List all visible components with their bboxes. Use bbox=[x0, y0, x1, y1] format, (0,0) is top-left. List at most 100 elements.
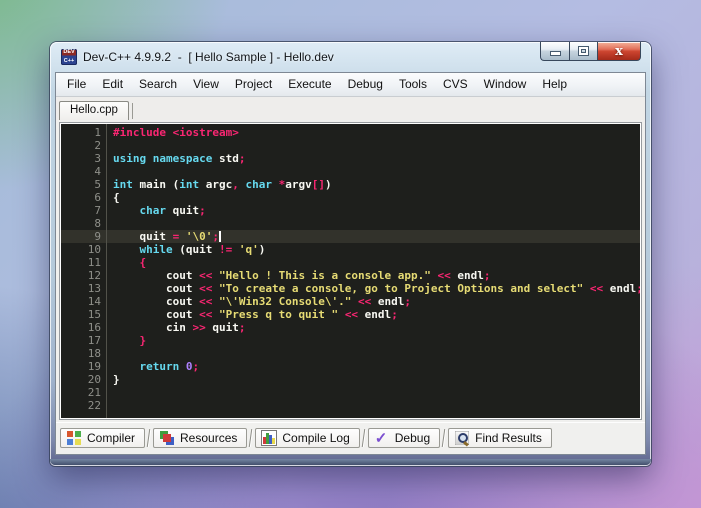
line-number: 11 bbox=[87, 256, 101, 269]
report-tab-bar: Compiler Resources Compile Log Debug Find Re… bbox=[56, 422, 645, 454]
code-line-17[interactable]: 17 } bbox=[61, 334, 640, 347]
line-number: 15 bbox=[87, 308, 101, 321]
editor-tab-strip: Hello.cpp bbox=[56, 97, 645, 120]
line-number: 8 bbox=[94, 217, 101, 230]
code-line-2[interactable]: 2 bbox=[61, 139, 640, 152]
desktop-background: Dev-C++ 4.9.9.2 - [ Hello Sample ] - Hel… bbox=[0, 0, 701, 508]
code-line-11[interactable]: 11 { bbox=[61, 256, 640, 269]
menu-item-tools[interactable]: Tools bbox=[391, 73, 435, 96]
code-line-3[interactable]: 3 using namespace std; bbox=[61, 152, 640, 165]
code-line-22[interactable]: 22 bbox=[61, 399, 640, 412]
code-line-19[interactable]: 19 return 0; bbox=[61, 360, 640, 373]
menu-item-execute[interactable]: Execute bbox=[280, 73, 339, 96]
line-number: 18 bbox=[87, 347, 101, 360]
line-number: 14 bbox=[87, 295, 101, 308]
line-number: 3 bbox=[94, 152, 101, 165]
line-number: 21 bbox=[87, 386, 101, 399]
window-title: Dev-C++ 4.9.9.2 - [ Hello Sample ] - Hel… bbox=[83, 50, 334, 64]
code-text: using namespace std; bbox=[113, 152, 246, 165]
bottom-tab-resources[interactable]: Resources bbox=[153, 428, 248, 448]
menu-item-cvs[interactable]: CVS bbox=[435, 73, 476, 96]
minimize-icon bbox=[550, 51, 560, 55]
tab-separator bbox=[249, 429, 254, 447]
menu-item-search[interactable]: Search bbox=[131, 73, 185, 96]
code-line-14[interactable]: 14 cout << "\'Win32 Console\'." << endl; bbox=[61, 295, 640, 308]
code-text: #include <iostream> bbox=[113, 126, 239, 139]
close-button[interactable]: x bbox=[598, 42, 641, 61]
code-line-1[interactable]: 1 #include <iostream> bbox=[61, 126, 640, 139]
menu-item-help[interactable]: Help bbox=[534, 73, 575, 96]
bottom-tab-find-results[interactable]: Find Results bbox=[448, 428, 552, 448]
line-number: 9 bbox=[94, 230, 101, 243]
code-text: cout << "To create a console, go to Proj… bbox=[113, 282, 640, 295]
line-number: 1 bbox=[94, 126, 101, 139]
code-text: while (quit != 'q') bbox=[139, 243, 266, 256]
code-line-15[interactable]: 15 cout << "Press q to quit " << endl; bbox=[61, 308, 640, 321]
line-number: 22 bbox=[87, 399, 101, 412]
tab-strip-divider bbox=[131, 103, 133, 119]
line-number: 5 bbox=[94, 178, 101, 191]
code-editor[interactable]: 1 #include <iostream> 2 3 using namespace st… bbox=[61, 124, 640, 418]
code-line-9[interactable]: 9 quit = '\0'; bbox=[61, 230, 640, 243]
tab-separator bbox=[361, 429, 367, 447]
resources-icon bbox=[160, 431, 175, 445]
text-cursor bbox=[218, 231, 221, 242]
line-number: 2 bbox=[94, 139, 101, 152]
client-area: File Edit Search View Project Execute Debug Too… bbox=[55, 72, 646, 455]
compile-log-icon bbox=[262, 431, 277, 445]
code-line-6[interactable]: 6{ bbox=[61, 191, 640, 204]
menu-bar: File Edit Search View Project Execute Debug Too… bbox=[56, 73, 645, 97]
code-text: cin >> quit; bbox=[113, 321, 246, 334]
line-number: 17 bbox=[87, 334, 101, 347]
code-text: } bbox=[113, 373, 120, 386]
code-line-4[interactable]: 4 bbox=[61, 165, 640, 178]
code-line-21[interactable]: 21 bbox=[61, 386, 640, 399]
bottom-tab-label: Debug bbox=[394, 431, 431, 445]
code-line-8[interactable]: 8 bbox=[61, 217, 640, 230]
devcpp-app-icon bbox=[61, 49, 77, 65]
bottom-tab-compiler[interactable]: Compiler bbox=[60, 428, 146, 448]
code-line-13[interactable]: 13 cout << "To create a console, go to P… bbox=[61, 282, 640, 295]
code-text: char quit; bbox=[139, 204, 206, 217]
menu-item-view[interactable]: View bbox=[185, 73, 227, 96]
code-line-5[interactable]: 5 int main (int argc, char *argv[]) bbox=[61, 178, 640, 191]
find-results-icon bbox=[455, 431, 470, 445]
line-number: 10 bbox=[87, 243, 101, 256]
line-number: 19 bbox=[87, 360, 101, 373]
tab-hello-cpp[interactable]: Hello.cpp bbox=[59, 101, 129, 120]
menu-item-project[interactable]: Project bbox=[227, 73, 280, 96]
code-text: quit = '\0'; bbox=[113, 230, 221, 243]
bottom-tab-label: Find Results bbox=[475, 431, 542, 445]
menu-item-file[interactable]: File bbox=[59, 73, 94, 96]
code-line-16[interactable]: 16 cin >> quit; bbox=[61, 321, 640, 334]
code-text: cout << "Hello ! This is a console app."… bbox=[113, 269, 491, 282]
code-text: } bbox=[139, 334, 147, 347]
bottom-tab-compile-log[interactable]: Compile Log bbox=[255, 428, 360, 448]
menu-item-debug[interactable]: Debug bbox=[340, 73, 391, 96]
editor-frame: 1 #include <iostream> 2 3 using namespace st… bbox=[59, 122, 642, 420]
menu-item-edit[interactable]: Edit bbox=[94, 73, 131, 96]
menu-item-window[interactable]: Window bbox=[476, 73, 535, 96]
compiler-icon bbox=[67, 431, 81, 445]
maximize-button[interactable] bbox=[569, 42, 598, 61]
bottom-tab-label: Resources bbox=[180, 431, 238, 445]
code-line-20[interactable]: 20} bbox=[61, 373, 640, 386]
code-line-7[interactable]: 7 char quit; bbox=[61, 204, 640, 217]
line-number: 4 bbox=[94, 165, 101, 178]
code-text: int main (int argc, char *argv[]) bbox=[113, 178, 332, 191]
bottom-tab-debug[interactable]: Debug bbox=[367, 428, 441, 448]
code-line-10[interactable]: 10 while (quit != 'q') bbox=[61, 243, 640, 256]
code-line-12[interactable]: 12 cout << "Hello ! This is a console ap… bbox=[61, 269, 640, 282]
minimize-button[interactable] bbox=[540, 42, 569, 61]
code-text: cout << "\'Win32 Console\'." << endl; bbox=[113, 295, 412, 308]
code-line-18[interactable]: 18 bbox=[61, 347, 640, 360]
window-bottom-edge bbox=[50, 459, 651, 465]
line-number: 7 bbox=[94, 204, 101, 217]
line-number: 20 bbox=[87, 373, 101, 386]
debug-icon bbox=[375, 429, 389, 447]
